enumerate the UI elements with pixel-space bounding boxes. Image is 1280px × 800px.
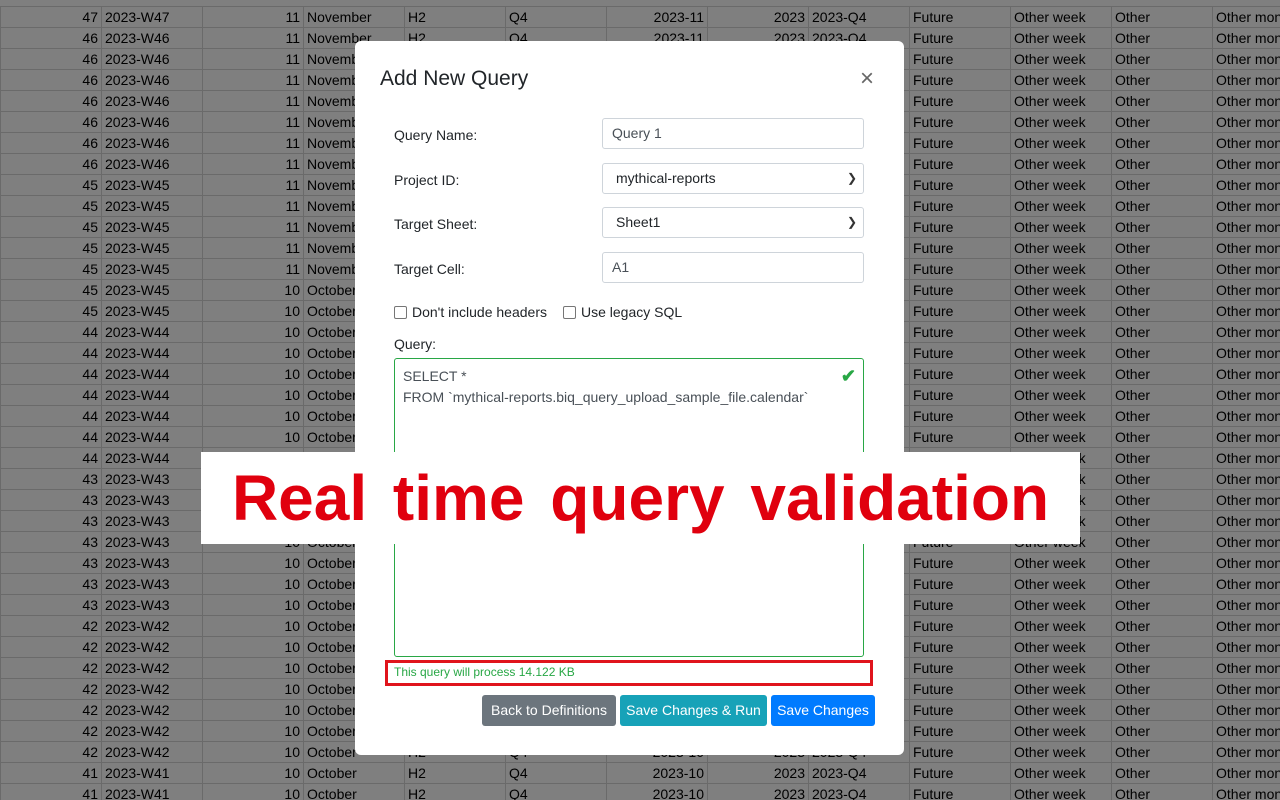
query-name-label: Query Name: <box>394 127 478 143</box>
project-id-value: mythical-reports <box>616 170 716 186</box>
back-to-definitions-button[interactable]: Back to Definitions <box>482 695 616 726</box>
no-headers-option[interactable]: Don't include headers <box>394 304 547 320</box>
chevron-down-icon: ❯ <box>846 171 857 185</box>
query-line: SELECT * <box>403 368 467 384</box>
no-headers-label: Don't include headers <box>412 304 547 320</box>
close-icon[interactable]: × <box>860 66 874 92</box>
target-sheet-value: Sheet1 <box>616 214 661 230</box>
target-sheet-label: Target Sheet: <box>394 216 478 232</box>
no-headers-checkbox[interactable] <box>394 305 407 319</box>
chevron-down-icon: ❯ <box>846 215 857 229</box>
save-and-run-button[interactable]: Save Changes & Run <box>620 695 767 726</box>
feature-banner: Real time query validation <box>201 452 1080 544</box>
legacy-sql-option[interactable]: Use legacy SQL <box>563 304 682 320</box>
highlight-box <box>385 660 873 686</box>
check-icon: ✔ <box>840 366 856 386</box>
query-label: Query: <box>394 336 437 352</box>
save-changes-button[interactable]: Save Changes <box>771 695 875 726</box>
target-cell-label: Target Cell: <box>394 261 465 277</box>
target-sheet-select[interactable]: Sheet1 ❯ <box>602 207 864 238</box>
legacy-sql-label: Use legacy SQL <box>581 304 683 320</box>
banner-text: Real time query validation <box>231 462 1050 534</box>
query-name-input[interactable]: Query 1 <box>602 118 864 149</box>
project-id-label: Project ID: <box>394 172 460 188</box>
target-cell-input[interactable]: A1 <box>602 252 864 283</box>
project-id-select[interactable]: mythical-reports ❯ <box>602 163 864 194</box>
add-query-dialog: Add New Query × Query Name: Query 1 Proj… <box>355 41 904 755</box>
query-line: FROM `mythical-reports.biq_query_upload_… <box>403 389 809 405</box>
legacy-sql-checkbox[interactable] <box>563 305 576 319</box>
dialog-title: Add New Query <box>380 67 529 90</box>
